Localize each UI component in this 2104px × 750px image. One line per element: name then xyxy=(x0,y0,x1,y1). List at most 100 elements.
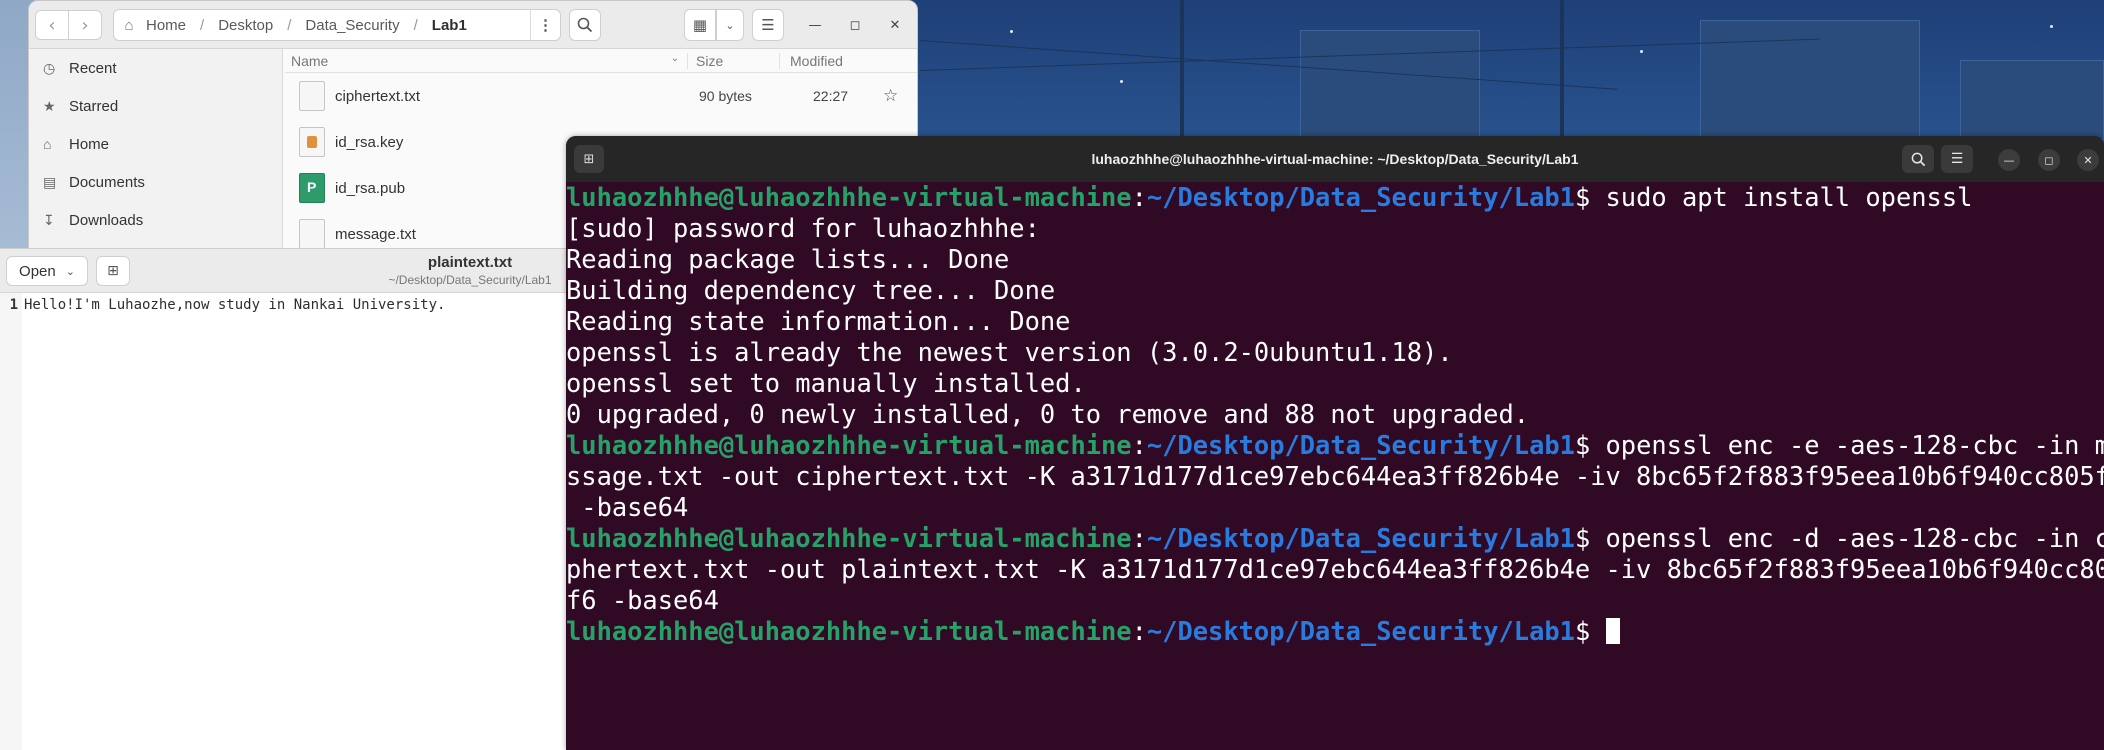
wallpaper-building xyxy=(1960,60,2104,140)
file-size: 90 bytes xyxy=(699,88,752,104)
minimize-icon: — xyxy=(2003,153,2015,167)
terminal-line: 0 upgraded, 0 newly installed, 0 to remo… xyxy=(566,399,1530,429)
prompt-path: ~/Desktop/Data_Security/Lab1 xyxy=(1146,430,1575,460)
terminal-line: Building dependency tree... Done xyxy=(566,275,1056,305)
path-bar[interactable]: ⌂ Home / Desktop / Data_Security / Lab1 … xyxy=(113,9,561,41)
terminal-headerbar: ⊞ luhaozhhhe@luhaozhhhe-virtual-machine:… xyxy=(566,136,2104,182)
files-sidebar: ◷ Recent ★ Starred ⌂ Home ▤ Documents ↧ … xyxy=(29,49,283,259)
files-headerbar: ‹ › ⌂ Home / Desktop / Data_Security / L… xyxy=(29,1,917,49)
command-text: openssl enc -d -aes-128-cbc -in ci xyxy=(1605,523,2104,553)
wallpaper-star xyxy=(1120,80,1123,83)
editor-text-area[interactable]: 1 Hello!I'm Luhaozhe,now study in Nankai… xyxy=(0,293,566,750)
sidebar-item-documents[interactable]: ▤ Documents xyxy=(29,163,282,201)
open-button[interactable]: Open ⌄ xyxy=(6,256,88,286)
path-menu-button[interactable]: ⋮ xyxy=(530,10,560,40)
terminal-output[interactable]: luhaozhhhe@luhaozhhhe-virtual-machine:~/… xyxy=(566,182,2104,750)
minimize-icon: — xyxy=(808,17,822,33)
terminal-line: luhaozhhhe@luhaozhhhe-virtual-machine:~/… xyxy=(566,182,2104,213)
hamburger-icon: ☰ xyxy=(1950,151,1964,167)
text-file-icon xyxy=(299,81,325,111)
breadcrumb-home[interactable]: Home xyxy=(144,17,188,34)
breadcrumb-separator: / xyxy=(413,16,418,34)
maximize-button[interactable]: ◻ xyxy=(843,13,867,37)
column-header: Name ⌄ Size Modified xyxy=(285,49,917,73)
chevron-down-icon: ⌄ xyxy=(65,265,75,278)
new-tab-icon: ⊞ xyxy=(107,263,119,279)
terminal-window: ⊞ luhaozhhhe@luhaozhhhe-virtual-machine:… xyxy=(566,136,2104,750)
forward-button[interactable]: › xyxy=(68,10,102,40)
chevron-left-icon: ‹ xyxy=(48,14,56,36)
terminal-search-button[interactable] xyxy=(1902,145,1934,173)
column-modified[interactable]: Modified xyxy=(779,52,879,69)
prompt-end: $ xyxy=(1574,182,1606,212)
maximize-button[interactable]: ◻ xyxy=(2038,149,2060,171)
terminal-line: openssl is already the newest version (3… xyxy=(566,337,1453,367)
view-toggle-button[interactable]: ▦ xyxy=(684,9,716,41)
publisher-file-icon xyxy=(299,173,325,203)
breadcrumb-desktop[interactable]: Desktop xyxy=(216,17,275,34)
new-document-button[interactable]: ⊞ xyxy=(96,256,130,286)
home-icon: ⌂ xyxy=(124,16,134,34)
sidebar-item-home[interactable]: ⌂ Home xyxy=(29,125,282,163)
line-text: Hello!I'm Luhaozhe,now study in Nankai U… xyxy=(24,297,446,313)
view-options-button[interactable]: ⌄ xyxy=(716,9,744,41)
key-file-icon xyxy=(299,127,325,157)
maximize-icon: ◻ xyxy=(849,17,861,33)
close-icon: ✕ xyxy=(889,17,901,33)
terminal-line: openssl set to manually installed. xyxy=(566,368,1086,398)
terminal-line: phertext.txt -out plaintext.txt -K a3171… xyxy=(566,554,2104,584)
breadcrumb-separator: / xyxy=(287,16,292,34)
minimize-button[interactable]: — xyxy=(803,13,827,37)
wallpaper-star xyxy=(2050,25,2053,28)
terminal-line: luhaozhhhe@luhaozhhhe-virtual-machine:~/… xyxy=(566,616,2104,647)
wallpaper-star xyxy=(1640,50,1643,53)
sidebar-item-starred[interactable]: ★ Starred xyxy=(29,87,282,125)
search-button[interactable] xyxy=(569,9,601,41)
terminal-line: luhaozhhhe@luhaozhhhe-virtual-machine:~/… xyxy=(566,430,2104,461)
open-button-label: Open xyxy=(19,262,56,280)
prompt-path: ~/Desktop/Data_Security/Lab1 xyxy=(1146,182,1575,212)
column-name[interactable]: Name ⌄ xyxy=(285,53,687,69)
prompt-end: $ xyxy=(1574,616,1606,646)
terminal-line: luhaozhhhe@luhaozhhhe-virtual-machine:~/… xyxy=(566,523,2104,554)
prompt-user: luhaozhhhe@luhaozhhhe-virtual-machine xyxy=(566,430,1132,460)
sidebar-item-recent[interactable]: ◷ Recent xyxy=(29,49,282,87)
file-row[interactable]: ciphertext.txt 90 bytes 22:27 ☆ xyxy=(285,73,917,119)
terminal-line: f6 -base64 xyxy=(566,585,719,615)
minimize-button[interactable]: — xyxy=(1998,149,2020,171)
file-name: ciphertext.txt xyxy=(335,87,421,105)
breadcrumb-lab1[interactable]: Lab1 xyxy=(430,17,469,34)
breadcrumb-data-security[interactable]: Data_Security xyxy=(303,17,401,34)
close-button[interactable]: ✕ xyxy=(883,13,907,37)
close-button[interactable]: ✕ xyxy=(2077,149,2099,171)
home-icon: ⌂ xyxy=(43,136,52,152)
command-text: sudo apt install openssl xyxy=(1605,182,1973,212)
prompt-end: $ xyxy=(1574,430,1606,460)
column-size[interactable]: Size xyxy=(687,52,779,69)
prompt-path: ~/Desktop/Data_Security/Lab1 xyxy=(1146,616,1575,646)
text-editor-window: Open ⌄ ⊞ plaintext.txt ~/Desktop/Data_Se… xyxy=(0,248,566,750)
terminal-line: [sudo] password for luhaozhhhe: xyxy=(566,213,1040,243)
wallpaper-wire xyxy=(919,40,1619,90)
back-button[interactable]: ‹ xyxy=(35,10,69,40)
search-icon xyxy=(1911,152,1925,166)
star-icon[interactable]: ☆ xyxy=(883,86,913,106)
hamburger-icon: ☰ xyxy=(761,16,775,34)
line-number: 1 xyxy=(9,297,18,313)
wallpaper-pole xyxy=(1560,0,1564,140)
wallpaper-pole xyxy=(1180,0,1184,140)
main-menu-button[interactable]: ☰ xyxy=(752,9,784,41)
text-file-icon xyxy=(299,219,325,249)
file-modified: 22:27 xyxy=(813,88,849,104)
breadcrumb-separator: / xyxy=(200,16,205,34)
terminal-line: -base64 xyxy=(566,492,689,522)
grid-icon: ▦ xyxy=(692,16,708,34)
close-icon: ✕ xyxy=(2083,153,2093,167)
terminal-menu-button[interactable]: ☰ xyxy=(1941,145,1973,173)
terminal-line: ssage.txt -out ciphertext.txt -K a3171d1… xyxy=(566,461,2104,491)
sidebar-item-downloads[interactable]: ↧ Downloads xyxy=(29,201,282,239)
chevron-down-icon: ⌄ xyxy=(725,18,735,32)
prompt-user: luhaozhhhe@luhaozhhhe-virtual-machine xyxy=(566,523,1132,553)
prompt-separator: : xyxy=(1131,616,1147,646)
editor-line: 1 Hello!I'm Luhaozhe,now study in Nankai… xyxy=(0,297,446,315)
